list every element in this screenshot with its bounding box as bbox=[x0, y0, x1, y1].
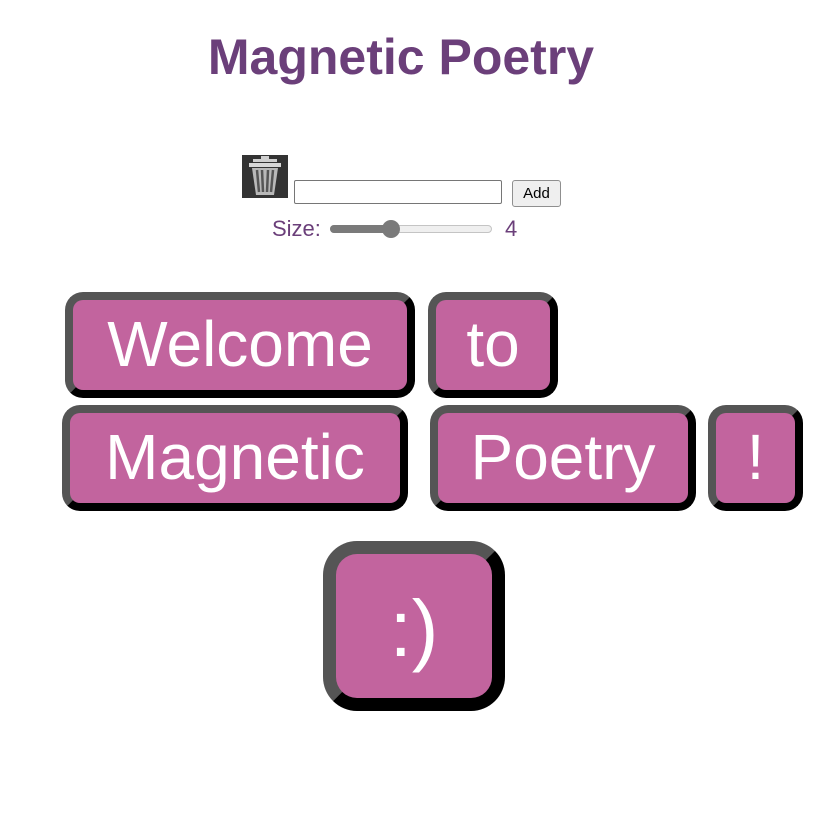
slider-thumb[interactable] bbox=[381, 220, 400, 238]
magnetic-poetry-app: Magnetic Poetry Add Size: 4 Welcome to M… bbox=[0, 0, 819, 819]
size-label: Size: bbox=[272, 216, 321, 241]
magnet-word[interactable]: ! bbox=[708, 405, 803, 511]
magnet-word[interactable]: Poetry bbox=[430, 405, 696, 511]
word-input[interactable] bbox=[294, 180, 502, 204]
size-value: 4 bbox=[505, 216, 518, 241]
magnet-word[interactable]: Magnetic bbox=[62, 405, 408, 511]
page-title: Magnetic Poetry bbox=[207, 29, 595, 85]
magnet-word[interactable]: :) bbox=[323, 541, 505, 711]
size-slider[interactable] bbox=[330, 220, 492, 238]
add-button[interactable]: Add bbox=[512, 180, 561, 207]
magnet-word[interactable]: to bbox=[428, 292, 558, 398]
trash-can-icon[interactable] bbox=[242, 155, 288, 198]
magnet-word[interactable]: Welcome bbox=[65, 292, 415, 398]
